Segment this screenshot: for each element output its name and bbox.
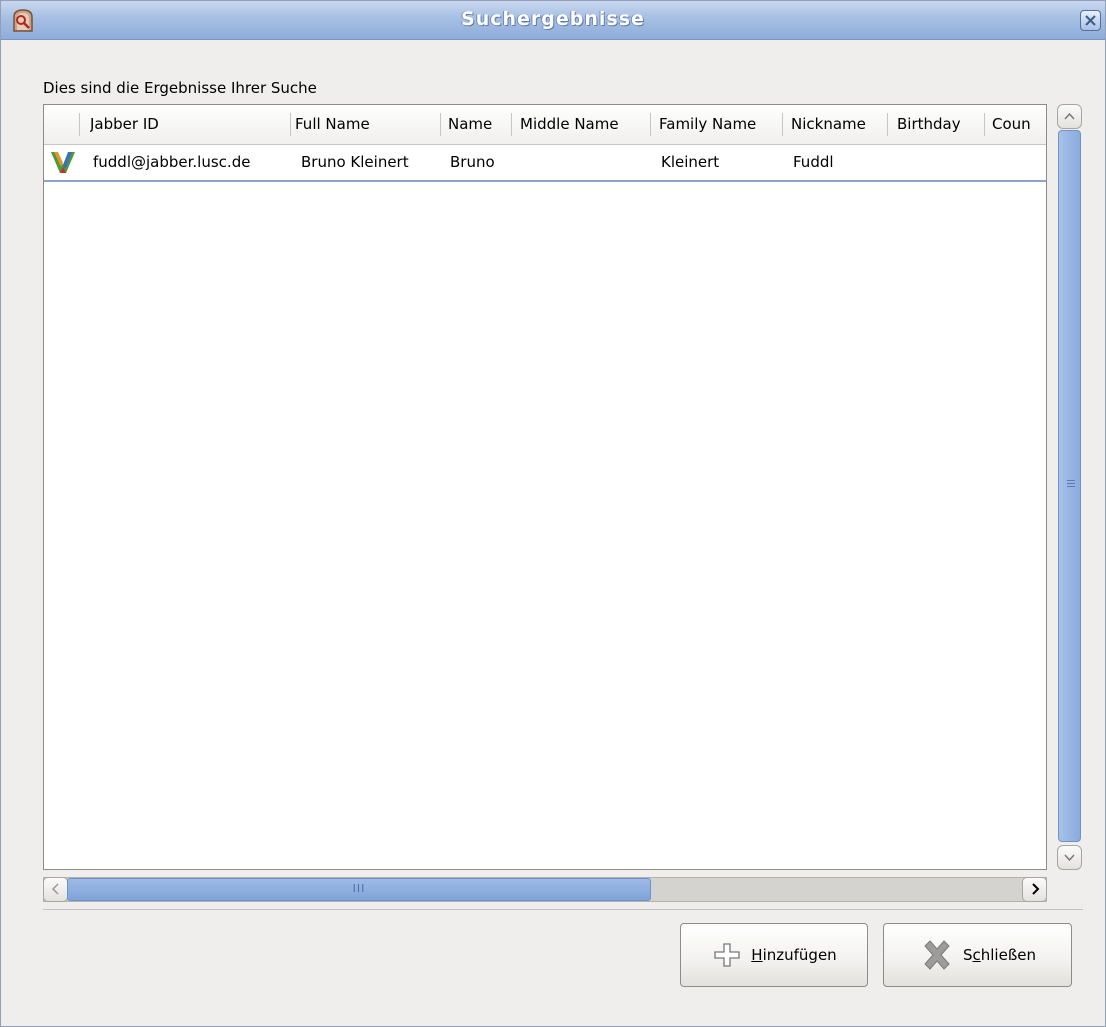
horizontal-scrollbar[interactable]: III (43, 877, 1047, 902)
horizontal-scroll-thumb[interactable]: III (67, 878, 651, 901)
grip-line (1067, 486, 1075, 487)
column-header-middle-name[interactable]: Middle Name (520, 105, 650, 144)
chevron-right-icon (1031, 883, 1039, 895)
column-header-name[interactable]: Name (448, 105, 510, 144)
cell-nickname: Fuddl (793, 153, 834, 171)
title-bar[interactable]: Suchergebnisse (1, 1, 1105, 40)
window-close-button[interactable] (1080, 10, 1101, 31)
scroll-up-button[interactable] (1057, 104, 1082, 129)
search-results-window: Suchergebnisse Dies sind die Ergebnisse … (0, 0, 1106, 1027)
plus-icon (714, 943, 740, 967)
header-separator (290, 113, 291, 136)
scroll-down-button[interactable] (1057, 845, 1082, 870)
x-icon (924, 940, 950, 970)
header-separator (782, 113, 783, 136)
header-separator (984, 113, 985, 136)
cell-jabber-id: fuddl@jabber.lusc.de (93, 153, 251, 171)
column-header-nickname[interactable]: Nickname (791, 105, 887, 144)
close-icon (1085, 15, 1096, 26)
chevron-left-icon (51, 883, 59, 895)
column-header-birthday[interactable]: Birthday (897, 105, 982, 144)
cell-family-name: Kleinert (661, 153, 720, 171)
grip-lines: III (352, 882, 366, 895)
add-button-label: Hinzufügen (751, 946, 837, 964)
column-header-jabber-id[interactable]: Jabber ID (90, 105, 290, 144)
close-button-label: Schließen (962, 946, 1037, 964)
grip-line (1067, 483, 1075, 484)
column-header-full-name[interactable]: Full Name (295, 105, 435, 144)
chevron-down-icon (1064, 854, 1075, 862)
column-header-country[interactable]: Coun (992, 105, 1046, 144)
chevron-up-icon (1064, 112, 1075, 120)
header-separator (440, 113, 441, 136)
vertical-scrollbar[interactable] (1057, 104, 1082, 870)
column-header-family-name[interactable]: Family Name (659, 105, 782, 144)
cell-full-name: Bruno Kleinert (301, 153, 409, 171)
jabber-contact-icon (51, 152, 75, 173)
header-separator (511, 113, 512, 136)
button-separator (43, 909, 1083, 910)
table-header: Jabber ID Full Name Name Middle Name Fam… (44, 105, 1046, 145)
scroll-left-button[interactable] (43, 877, 68, 902)
table-row[interactable]: fuddl@jabber.lusc.de Bruno Kleinert Brun… (44, 144, 1046, 182)
close-button[interactable]: Schließen (883, 923, 1072, 987)
results-table[interactable]: Jabber ID Full Name Name Middle Name Fam… (43, 104, 1047, 870)
window-title: Suchergebnisse (461, 8, 645, 30)
cell-name: Bruno (450, 153, 495, 171)
header-separator (650, 113, 651, 136)
header-separator (79, 113, 80, 136)
results-heading: Dies sind die Ergebnisse Ihrer Suche (43, 79, 317, 97)
header-separator (887, 113, 888, 136)
add-button[interactable]: Hinzufügen (680, 923, 868, 987)
vertical-scroll-thumb[interactable] (1058, 130, 1081, 842)
scroll-right-button[interactable] (1022, 877, 1047, 902)
grip-line (1067, 480, 1075, 481)
